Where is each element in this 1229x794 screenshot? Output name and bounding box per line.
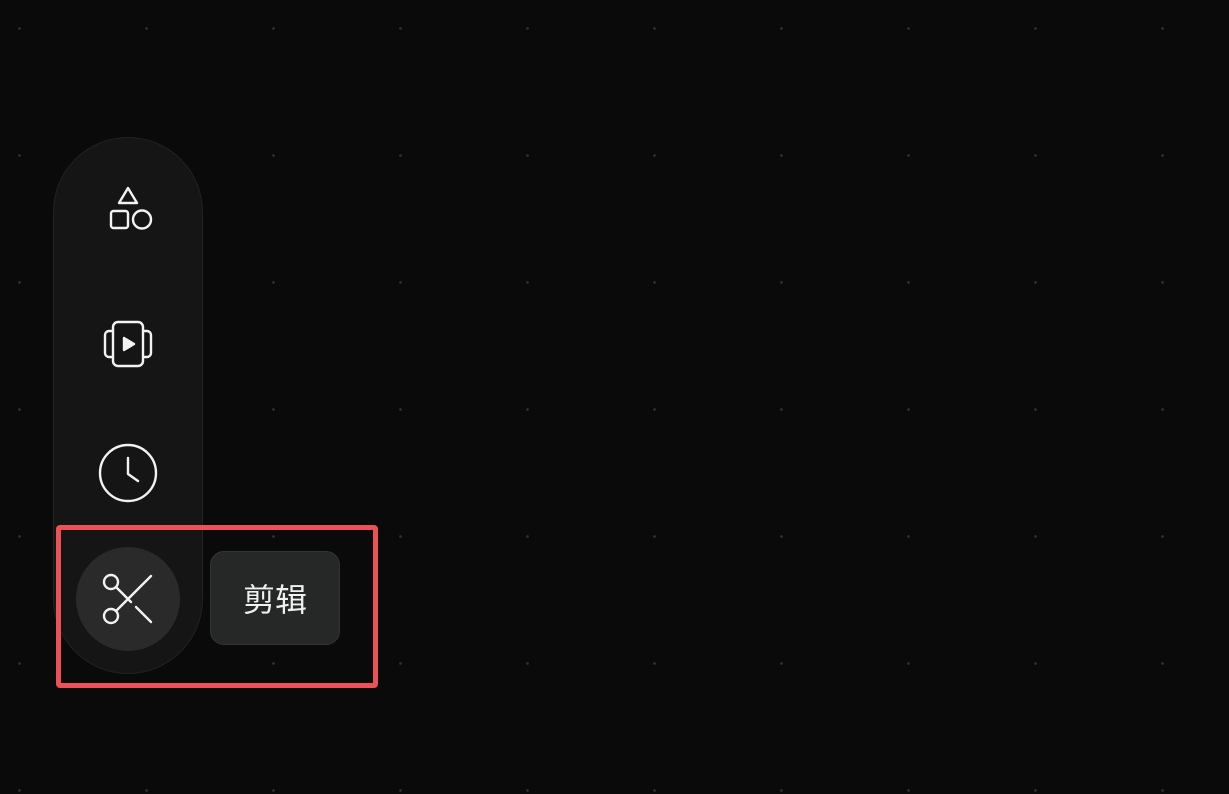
tooltip-label: 剪辑 <box>242 581 307 619</box>
scissors-icon <box>102 573 153 625</box>
shapes-button[interactable] <box>76 158 180 262</box>
edit-button[interactable] <box>76 547 180 651</box>
shapes-icon <box>109 186 153 230</box>
video-play-icon <box>103 320 153 368</box>
vertical-toolbar <box>53 137 203 674</box>
history-button[interactable] <box>76 421 180 525</box>
video-button[interactable] <box>76 292 180 396</box>
clock-icon <box>98 443 158 503</box>
edit-tooltip: 剪辑 <box>210 551 340 645</box>
